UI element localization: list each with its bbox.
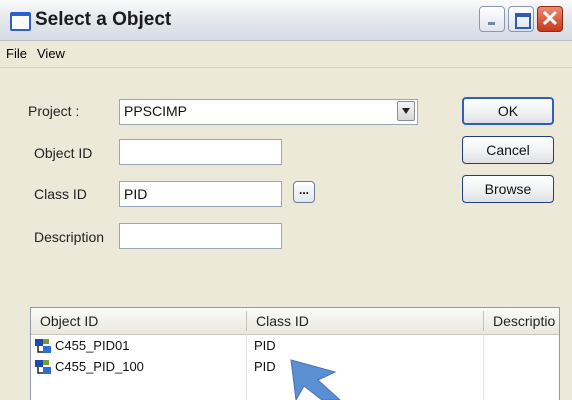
maximize-button[interactable]: [508, 6, 534, 32]
column-header-class-id[interactable]: Class ID: [256, 313, 309, 329]
menu-file[interactable]: File: [6, 46, 27, 61]
list-header: Object ID Class ID Descriptio: [31, 308, 559, 335]
window-icon: [10, 12, 31, 31]
project-label: Project :: [28, 103, 80, 119]
table-row[interactable]: C455_PID_100 PID: [31, 357, 559, 377]
cell-object-id: C455_PID_100: [55, 359, 144, 374]
close-button[interactable]: ✕: [537, 6, 563, 32]
cell-class-id: PID: [254, 338, 276, 353]
object-icon: [35, 360, 51, 374]
ellipsis-icon: ...: [298, 183, 309, 197]
project-value: PPSCIMP: [124, 103, 188, 119]
browse-button[interactable]: Browse: [462, 175, 554, 203]
column-divider[interactable]: [483, 311, 484, 331]
menu-view[interactable]: View: [37, 46, 65, 61]
select-object-dialog: Select a Object ✕ File View Project : PP…: [0, 0, 572, 400]
object-id-field[interactable]: [119, 139, 282, 165]
class-id-field[interactable]: [119, 181, 282, 207]
browse-class-button[interactable]: ...: [293, 181, 315, 203]
project-combo[interactable]: PPSCIMP: [119, 99, 418, 125]
minimize-icon: [488, 22, 495, 25]
menu-bar: File View: [0, 41, 572, 68]
column-header-description[interactable]: Descriptio: [493, 313, 555, 329]
table-row[interactable]: C455_PID01 PID: [31, 336, 559, 356]
column-divider[interactable]: [246, 311, 247, 331]
title-bar[interactable]: Select a Object ✕: [0, 0, 572, 41]
cell-object-id: C455_PID01: [55, 338, 130, 353]
ok-button[interactable]: OK: [462, 97, 554, 125]
close-icon: ✕: [540, 6, 560, 31]
chevron-down-icon[interactable]: [397, 101, 415, 121]
minimize-button[interactable]: [479, 6, 505, 32]
object-icon: [35, 339, 51, 353]
object-list[interactable]: Object ID Class ID Descriptio C455_PID01…: [30, 307, 560, 400]
window-title: Select a Object: [35, 9, 172, 30]
description-label: Description: [34, 229, 105, 245]
description-field[interactable]: [119, 223, 282, 249]
maximize-icon: [515, 13, 531, 29]
column-header-object-id[interactable]: Object ID: [40, 313, 98, 329]
class-id-label: Class ID: [34, 186, 87, 202]
cancel-button[interactable]: Cancel: [462, 136, 554, 164]
cell-class-id: PID: [254, 359, 276, 374]
object-id-label: Object ID: [34, 145, 93, 161]
